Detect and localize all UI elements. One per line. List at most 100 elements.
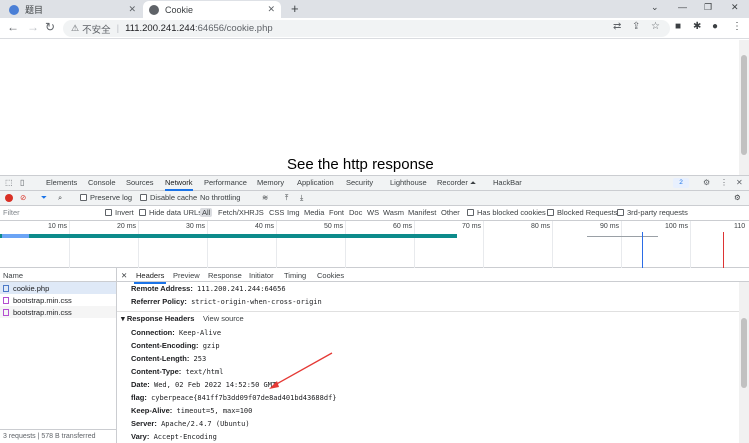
timeline-tick-label: 60 ms (393, 223, 413, 230)
puzzle-icon[interactable]: ✱ (693, 21, 701, 32)
invert-checkbox[interactable]: Invert (105, 208, 134, 217)
timeline-tick-label: 30 ms (186, 223, 206, 230)
device-toggle-icon[interactable]: ▯ (20, 178, 24, 187)
page-heading: See the http response (287, 156, 434, 173)
tick-line (552, 221, 553, 268)
restore-button[interactable]: ❐ (704, 2, 712, 13)
tick-line (276, 221, 277, 268)
hide-data-urls-checkbox[interactable]: Hide data URLs (139, 208, 202, 217)
minimize-button[interactable]: — (678, 2, 687, 12)
browser-tab-2[interactable]: Cookie ✕ (143, 1, 281, 18)
close-icon[interactable]: ✕ (267, 4, 275, 15)
details-scrollbar-thumb[interactable] (741, 318, 747, 388)
globe-icon (149, 4, 159, 15)
import-icon[interactable]: ⤒ (285, 193, 288, 203)
name-column-header[interactable]: Name (0, 268, 116, 282)
type-filter[interactable]: JS (255, 208, 264, 217)
tab-search-icon[interactable]: ⌄ (651, 2, 659, 13)
type-filter-all[interactable]: All (200, 208, 213, 217)
record-icon[interactable] (5, 194, 13, 202)
devtools-tab[interactable]: Security (346, 178, 373, 187)
timeline-tick-label: 70 ms (462, 223, 482, 230)
url-path: :64656/cookie.php (194, 23, 273, 34)
request-row[interactable]: bootstrap.min.css (0, 306, 116, 318)
issues-badge[interactable]: 2 (673, 178, 689, 188)
devtools-tab[interactable]: HackBar (493, 178, 522, 187)
type-filter[interactable]: WS (367, 208, 379, 217)
settings-gear-icon[interactable]: ⚙ (703, 178, 710, 187)
filter-input[interactable]: Filter (3, 208, 20, 217)
type-filter[interactable]: Media (304, 208, 324, 217)
has-blocked-cookies-checkbox[interactable]: Has blocked cookies (467, 208, 546, 217)
third-party-checkbox[interactable]: 3rd-party requests (617, 208, 688, 217)
bookmark-star-icon[interactable]: ☆ (651, 21, 660, 32)
devtools-tab-network[interactable]: Network (165, 178, 193, 191)
tab-title: Cookie (165, 4, 194, 15)
filter-icon[interactable]: ⏷ (41, 193, 47, 203)
type-filter[interactable]: Fetch/XHR (218, 208, 255, 217)
request-list: Name cookie.php bootstrap.min.css bootst… (0, 268, 117, 430)
blocked-requests-checkbox[interactable]: Blocked Requests (547, 208, 617, 217)
devtools-tab[interactable]: Lighthouse (390, 178, 427, 187)
request-row[interactable]: bootstrap.min.css (0, 294, 116, 306)
devtools-tab[interactable]: Application (297, 178, 334, 187)
network-overview-timeline[interactable]: 10 ms 20 ms 30 ms 40 ms 50 ms 60 ms 70 m… (0, 221, 749, 268)
filter-bar: Filter Invert Hide data URLs All Fetch/X… (0, 206, 749, 221)
throttling-select[interactable]: No throttling (200, 193, 240, 202)
network-toolbar: ⊘ ⏷ ⌕ Preserve log Disable cache No thro… (0, 191, 749, 206)
tick-line (414, 221, 415, 268)
checkbox-icon (140, 194, 147, 201)
menu-icon[interactable]: ⋮ (732, 21, 742, 32)
translate-icon[interactable]: ⇄ (613, 21, 621, 32)
forward-icon[interactable]: → (27, 20, 39, 34)
tab-strip: 题目 ✕ Cookie ✕ + ⌄ — ❐ ✕ (0, 0, 749, 18)
tab-title: 题目 (25, 5, 44, 15)
export-icon[interactable]: ⤓ (300, 193, 303, 203)
profile-icon[interactable]: ● (712, 21, 718, 32)
address-bar[interactable]: ⚠ 不安全 | 111.200.241.244 :64656/cookie.ph… (63, 20, 670, 37)
reload-icon[interactable]: ↻ (45, 20, 55, 34)
type-filter[interactable]: Doc (349, 208, 362, 217)
devtools-tab[interactable]: Console (88, 178, 116, 187)
request-row[interactable]: cookie.php (0, 282, 116, 294)
timeline-tick-label: 10 ms (48, 223, 68, 230)
devtools-tab[interactable]: Memory (257, 178, 284, 187)
timeline-tick-label: 110 (734, 223, 746, 230)
share-icon[interactable]: ⇪ (632, 21, 640, 32)
type-filter[interactable]: Manifest (408, 208, 436, 217)
clear-icon[interactable]: ⊘ (20, 193, 26, 202)
page-scrollbar-thumb[interactable] (741, 55, 747, 155)
back-icon[interactable]: ← (7, 20, 19, 34)
devtools-tab[interactable]: Sources (126, 178, 154, 187)
extension-icon[interactable]: ■ (675, 21, 681, 32)
disable-cache-checkbox[interactable]: Disable cache (140, 193, 197, 202)
devtools-tab[interactable]: Recorder ⏶ (437, 178, 476, 188)
warning-icon: ⚠ (71, 23, 80, 33)
devtools-tabbar: ⬚ ▯ Elements Console Sources Network Per… (0, 175, 749, 191)
inspect-icon[interactable]: ⬚ (5, 178, 13, 187)
more-options-icon[interactable]: ⋮ (720, 178, 728, 187)
devtools-tab[interactable]: Elements (46, 178, 77, 187)
preserve-log-checkbox[interactable]: Preserve log (80, 193, 132, 202)
network-settings-icon[interactable]: ⚙ (734, 193, 741, 202)
search-icon[interactable]: ⌕ (58, 193, 62, 203)
annotation-arrow (269, 352, 333, 389)
browser-tab-1[interactable]: 题目 ✕ (3, 1, 142, 18)
type-filter[interactable]: Img (287, 208, 300, 217)
close-window-button[interactable]: ✕ (731, 2, 739, 13)
browser-toolbar: ← → ↻ ⚠ 不安全 | 111.200.241.244 :64656/coo… (0, 18, 749, 39)
document-icon (3, 284, 9, 292)
devtools-tab[interactable]: Performance (204, 178, 247, 187)
close-icon[interactable]: ✕ (128, 4, 136, 15)
tick-line (138, 221, 139, 268)
checkbox-icon (467, 209, 474, 216)
close-devtools-icon[interactable]: ✕ (736, 178, 743, 187)
wifi-icon[interactable]: ≋ (262, 193, 268, 202)
type-filter[interactable]: Wasm (383, 208, 404, 217)
new-tab-button[interactable]: + (291, 1, 299, 16)
type-filter[interactable]: Font (329, 208, 344, 217)
type-filter[interactable]: Other (441, 208, 460, 217)
tick-line (207, 221, 208, 268)
type-filter[interactable]: CSS (269, 208, 284, 217)
tick-line (690, 221, 691, 268)
